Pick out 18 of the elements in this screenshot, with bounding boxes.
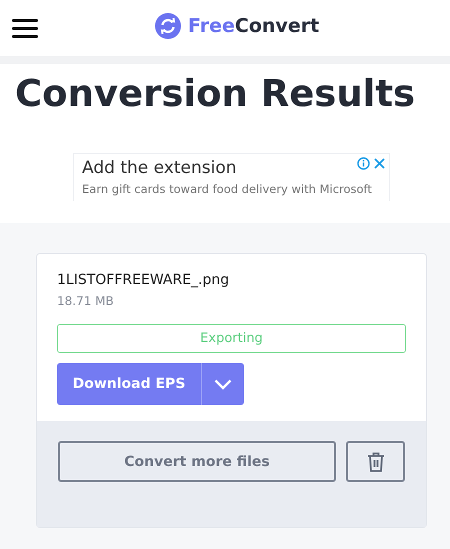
file-name: 1LISTOFFREEWARE_.png bbox=[57, 272, 230, 288]
file-size: 18.71 MB bbox=[57, 294, 115, 308]
trash-icon bbox=[366, 452, 384, 472]
info-icon[interactable] bbox=[357, 157, 370, 170]
download-button[interactable]: Download EPS bbox=[57, 363, 201, 405]
ad-banner[interactable]: Add the extension Earn gift cards toward food delivery with Microsoft bbox=[73, 153, 390, 201]
dropdown-button[interactable] bbox=[201, 363, 244, 405]
status-bar: Exporting bbox=[57, 324, 406, 353]
menu-icon[interactable] bbox=[12, 18, 38, 38]
delete-button[interactable] bbox=[346, 441, 405, 482]
logo-text[interactable]: FreeConvert bbox=[188, 15, 320, 37]
close-icon[interactable] bbox=[374, 158, 385, 169]
ad-headline: Add the extension bbox=[82, 158, 238, 178]
ad-text: Earn gift cards toward food delivery with Microsoft bbox=[82, 182, 373, 196]
convert-more-button[interactable]: Convert more files bbox=[58, 441, 336, 482]
page-title: Conversion Results bbox=[15, 72, 416, 115]
chevron-icon bbox=[214, 378, 232, 390]
logo-icon bbox=[155, 13, 181, 39]
